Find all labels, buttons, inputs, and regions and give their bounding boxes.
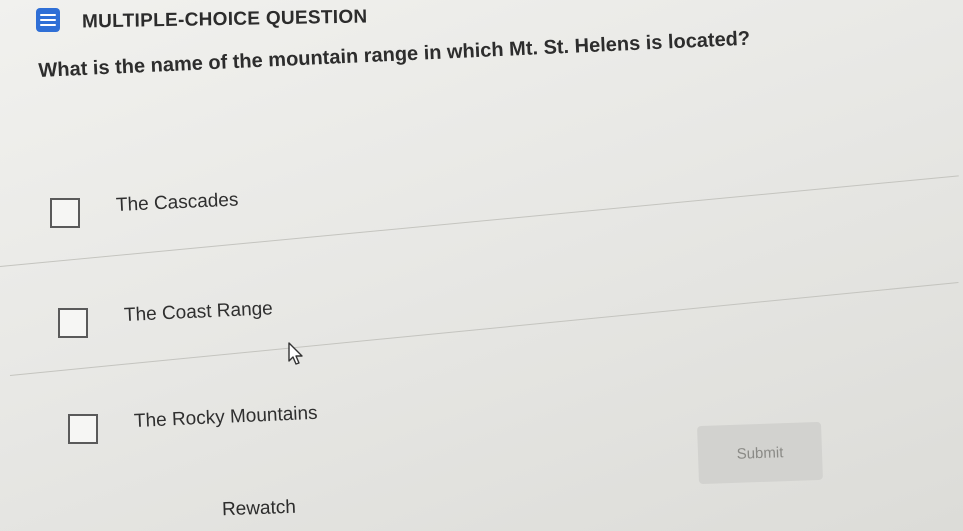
question-type-title: MULTIPLE-CHOICE QUESTION [81,6,368,33]
option-checkbox[interactable] [58,308,88,338]
list-icon [36,8,60,32]
option-checkbox[interactable] [68,414,98,444]
mouse-pointer-icon [288,342,303,365]
option-label: The Cascades [115,189,239,216]
submit-button[interactable]: Submit [697,421,823,485]
option-cascades[interactable]: The Cascades [50,189,239,228]
option-rocky-mountains[interactable]: The Rocky Mountains [68,403,318,444]
option-checkbox[interactable] [50,198,80,228]
option-coast-range[interactable]: The Coast Range [58,298,273,338]
rewatch-link[interactable]: Rewatch [222,497,297,522]
question-header: MULTIPLE-CHOICE QUESTION [36,6,368,33]
